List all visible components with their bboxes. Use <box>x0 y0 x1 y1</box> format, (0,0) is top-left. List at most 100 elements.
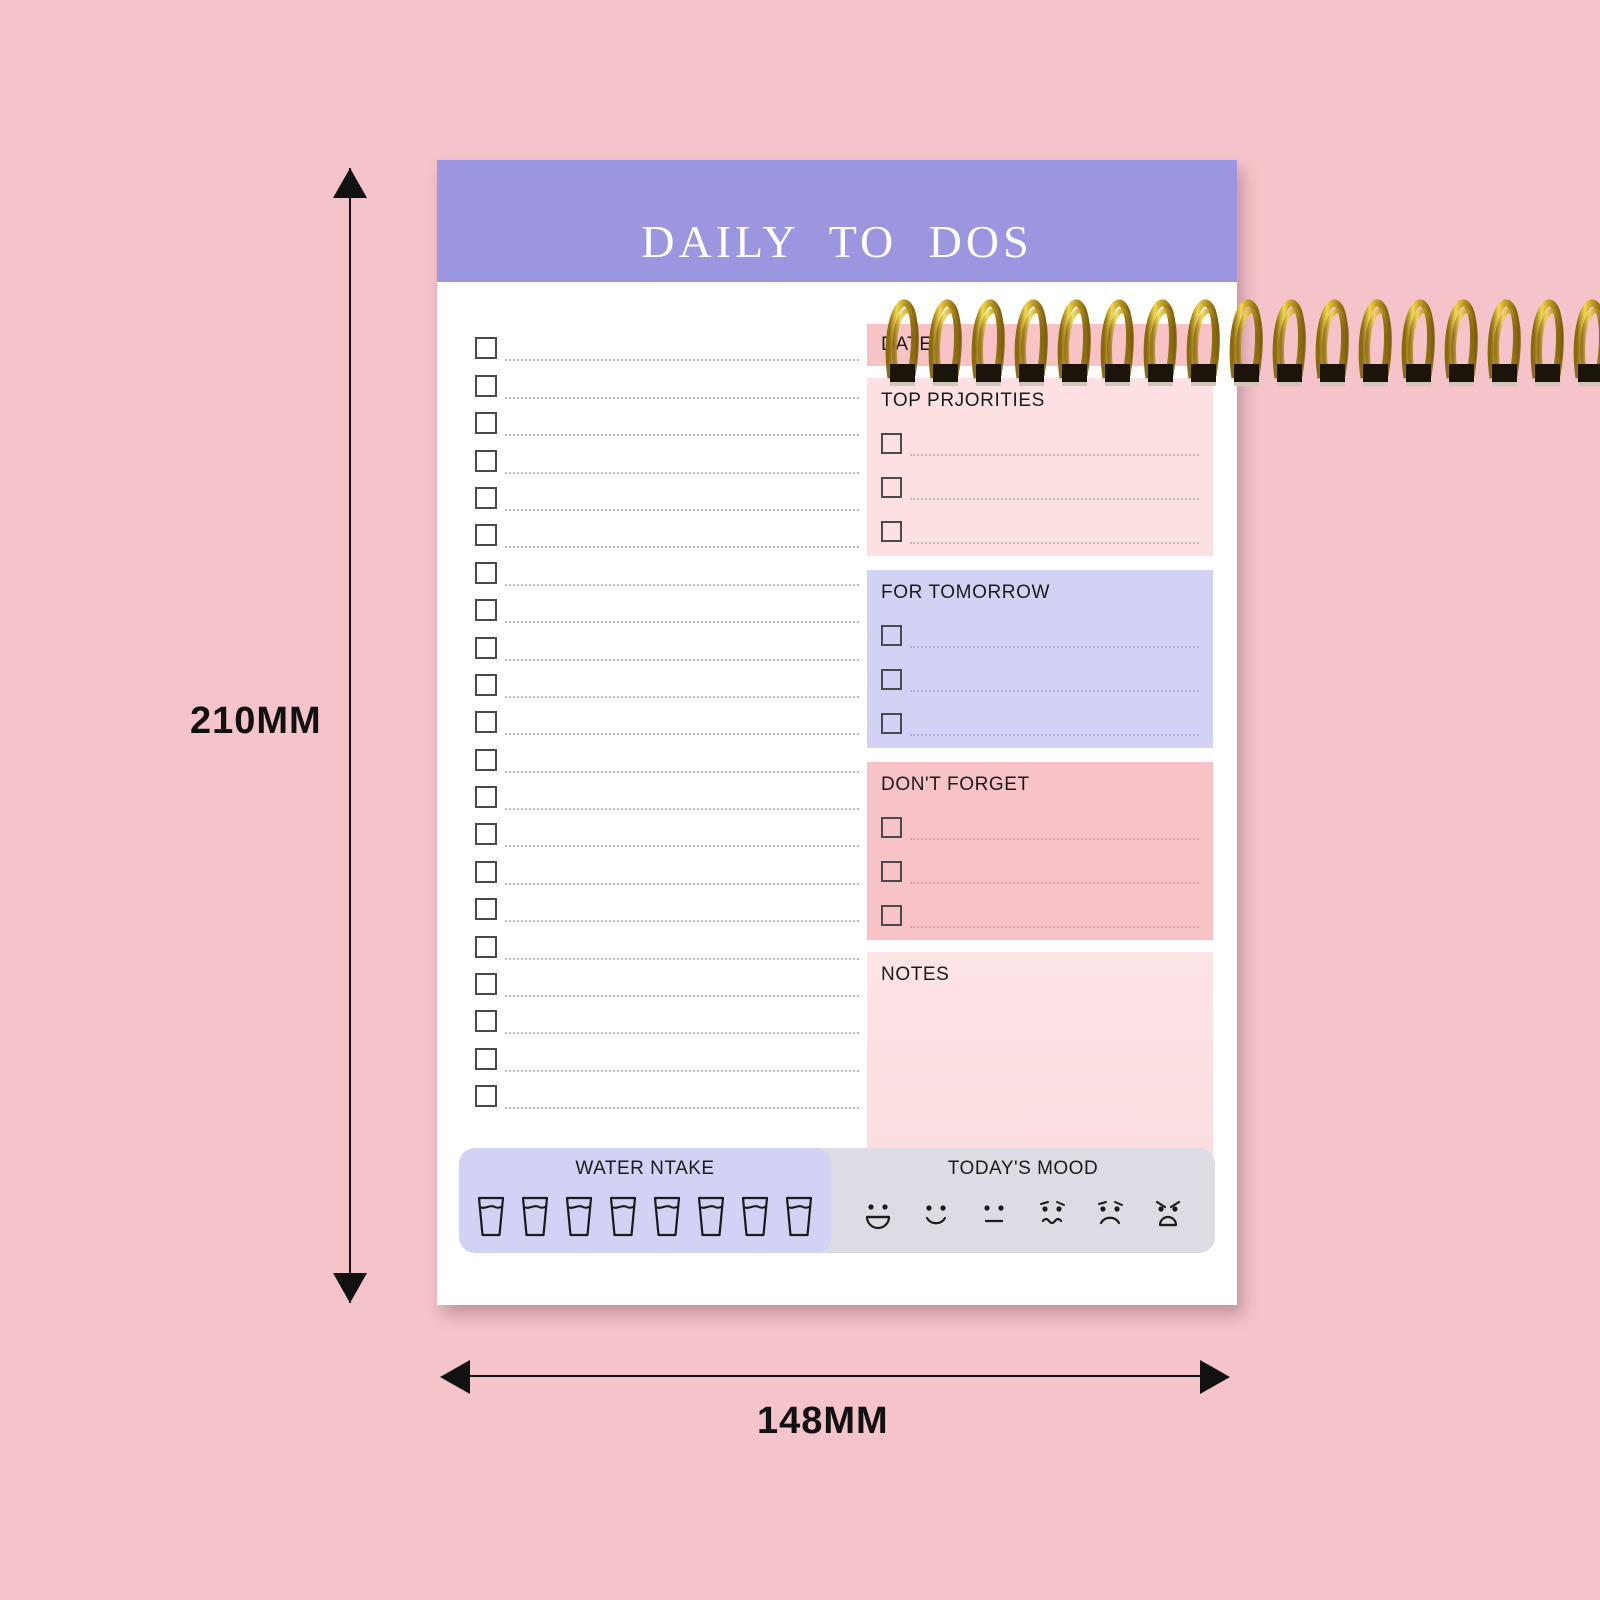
water-glass-icon[interactable] <box>650 1194 684 1243</box>
task-write-line[interactable] <box>505 396 859 399</box>
panel-row[interactable] <box>881 418 1199 456</box>
panel-checkbox[interactable] <box>881 861 902 882</box>
task-checkbox[interactable] <box>475 935 497 958</box>
panel-write-line[interactable] <box>910 454 1199 456</box>
panel-write-line[interactable] <box>910 646 1199 648</box>
task-checkbox[interactable] <box>475 786 497 809</box>
task-row[interactable] <box>475 885 859 923</box>
task-checkbox[interactable] <box>475 374 497 397</box>
task-write-line[interactable] <box>505 882 859 885</box>
task-checkbox[interactable] <box>475 599 497 622</box>
task-write-line[interactable] <box>505 583 859 586</box>
task-checkbox[interactable] <box>475 748 497 771</box>
water-glass-icon[interactable] <box>562 1194 596 1243</box>
panel-write-line[interactable] <box>910 882 1199 884</box>
panel-row[interactable] <box>881 506 1199 544</box>
grinning-face-icon[interactable] <box>859 1194 897 1239</box>
panel-checkbox[interactable] <box>881 625 902 646</box>
task-checkbox[interactable] <box>475 1047 497 1070</box>
task-row[interactable] <box>475 399 859 437</box>
neutral-face-icon[interactable] <box>975 1194 1013 1239</box>
panel-row[interactable] <box>881 802 1199 840</box>
task-write-line[interactable] <box>505 695 859 698</box>
task-write-line[interactable] <box>505 658 859 661</box>
panel-checkbox[interactable] <box>881 433 902 454</box>
water-glass-icon[interactable] <box>474 1194 508 1243</box>
task-row[interactable] <box>475 960 859 998</box>
task-row[interactable] <box>475 474 859 511</box>
task-write-line[interactable] <box>505 546 859 549</box>
task-checkbox[interactable] <box>475 337 497 360</box>
panel-row[interactable] <box>881 846 1199 884</box>
task-write-line[interactable] <box>505 359 859 362</box>
sad-face-icon[interactable] <box>1091 1194 1129 1239</box>
panel-write-line[interactable] <box>910 838 1199 840</box>
task-row[interactable] <box>475 997 859 1035</box>
water-glass-icon[interactable] <box>782 1194 816 1243</box>
task-write-line[interactable] <box>505 1069 859 1072</box>
task-checkbox[interactable] <box>475 673 497 696</box>
task-row[interactable] <box>475 698 859 736</box>
task-checkbox[interactable] <box>475 1010 497 1033</box>
water-glass-icon[interactable] <box>606 1194 640 1243</box>
panel-row[interactable] <box>881 654 1199 692</box>
task-row[interactable] <box>475 735 859 773</box>
task-row[interactable] <box>475 810 859 848</box>
panel-write-line[interactable] <box>910 926 1199 928</box>
task-row[interactable] <box>475 548 859 586</box>
smiling-face-icon[interactable] <box>917 1194 955 1239</box>
task-checkbox[interactable] <box>475 524 497 547</box>
water-glass-icon[interactable] <box>694 1194 728 1243</box>
task-write-line[interactable] <box>505 471 859 474</box>
task-write-line[interactable] <box>505 770 859 773</box>
task-row[interactable] <box>475 773 859 811</box>
water-glass-icon[interactable] <box>738 1194 772 1243</box>
task-write-line[interactable] <box>505 845 859 848</box>
task-write-line[interactable] <box>505 733 859 736</box>
task-row[interactable] <box>475 361 859 399</box>
task-row[interactable] <box>475 1072 859 1110</box>
task-write-line[interactable] <box>505 1032 859 1035</box>
task-checkbox[interactable] <box>475 1085 497 1108</box>
task-row[interactable] <box>475 661 859 698</box>
panel-row[interactable] <box>881 890 1199 928</box>
task-checkbox[interactable] <box>475 636 497 659</box>
panel-write-line[interactable] <box>910 498 1199 500</box>
task-checkbox[interactable] <box>475 711 497 734</box>
panel-write-line[interactable] <box>910 690 1199 692</box>
task-write-line[interactable] <box>505 434 859 437</box>
task-write-line[interactable] <box>505 957 859 960</box>
task-row[interactable] <box>475 436 859 474</box>
task-write-line[interactable] <box>505 808 859 811</box>
task-row[interactable] <box>475 623 859 661</box>
task-checkbox[interactable] <box>475 412 497 435</box>
panel-checkbox[interactable] <box>881 713 902 734</box>
panel-write-line[interactable] <box>910 542 1199 544</box>
task-checkbox[interactable] <box>475 973 497 996</box>
task-write-line[interactable] <box>505 995 859 998</box>
angry-face-icon[interactable] <box>1149 1194 1187 1239</box>
task-write-line[interactable] <box>505 508 859 511</box>
task-write-line[interactable] <box>505 1107 859 1110</box>
water-glass-icon[interactable] <box>518 1194 552 1243</box>
task-write-line[interactable] <box>505 621 859 624</box>
panel-checkbox[interactable] <box>881 669 902 690</box>
panel-checkbox[interactable] <box>881 477 902 498</box>
task-row[interactable] <box>475 1034 859 1072</box>
task-row[interactable] <box>475 511 859 549</box>
panel-row[interactable] <box>881 698 1199 736</box>
task-row[interactable] <box>475 586 859 624</box>
task-row[interactable] <box>475 324 859 362</box>
panel-row[interactable] <box>881 462 1199 500</box>
panel-row[interactable] <box>881 610 1199 648</box>
panel-checkbox[interactable] <box>881 905 902 926</box>
task-checkbox[interactable] <box>475 561 497 584</box>
task-write-line[interactable] <box>505 920 859 923</box>
task-checkbox[interactable] <box>475 823 497 846</box>
worried-face-icon[interactable] <box>1033 1194 1071 1239</box>
panel-checkbox[interactable] <box>881 817 902 838</box>
task-checkbox[interactable] <box>475 449 497 472</box>
task-checkbox[interactable] <box>475 486 497 509</box>
task-row[interactable] <box>475 922 859 960</box>
panel-write-line[interactable] <box>910 734 1199 736</box>
